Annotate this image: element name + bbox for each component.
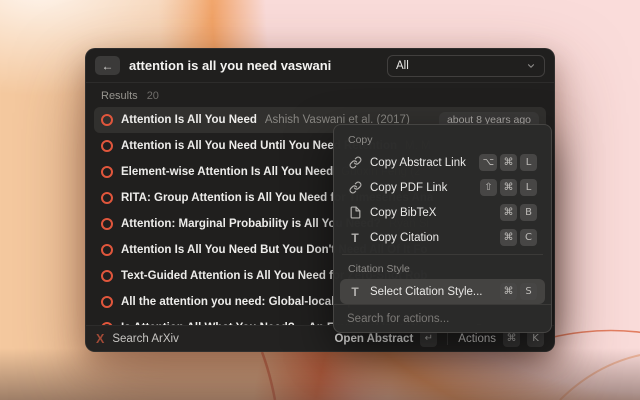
extension-name: Search ArXiv [112, 333, 178, 345]
divider [447, 332, 448, 345]
results-section-header: Results 20 [86, 83, 554, 103]
menu-item-label: Copy Abstract Link [370, 157, 466, 169]
result-title: Attention Is All You Need [121, 114, 257, 126]
paper-ring-icon [101, 166, 113, 178]
menu-item-label: Copy PDF Link [370, 182, 447, 194]
text-icon: T [348, 231, 362, 245]
shift-key-icon: ⇧ [480, 179, 497, 196]
back-button[interactable]: ← [95, 56, 120, 75]
cmd-key-icon: ⌘ [500, 179, 517, 196]
actions-search-row [334, 304, 551, 332]
chevron-down-icon [526, 61, 536, 71]
paper-ring-icon [101, 296, 113, 308]
results-label: Results [101, 90, 138, 102]
shortcut-keys: ⇧ ⌘ L [480, 179, 537, 196]
paper-ring-icon [101, 192, 113, 204]
actions-search-input[interactable] [347, 313, 538, 325]
menu-section-citation-style: Citation Style [340, 259, 545, 279]
menu-item-copy-abstract-link[interactable]: Copy Abstract Link ⌥ ⌘ L [340, 150, 545, 175]
paper-ring-icon [101, 140, 113, 152]
menu-item-label: Select Citation Style... [370, 286, 483, 298]
open-abstract-button[interactable]: Open Abstract [334, 333, 413, 345]
link-icon [348, 156, 362, 169]
l-key-icon: L [520, 179, 537, 196]
cmd-key-icon: ⌘ [500, 204, 517, 221]
filter-value: All [396, 60, 409, 72]
search-query-input[interactable]: attention is all you need vaswani [129, 58, 331, 73]
link-icon [348, 181, 362, 194]
results-count: 20 [147, 90, 159, 102]
option-key-icon: ⌥ [479, 154, 497, 171]
s-key-icon: S [520, 283, 537, 300]
result-title: Element-wise Attention Is All You Need [121, 166, 333, 178]
menu-divider [342, 254, 543, 255]
menu-item-copy-bibtex[interactable]: Copy BibTeX ⌘ B [340, 200, 545, 225]
paper-ring-icon [101, 114, 113, 126]
l-key-icon: L [520, 154, 537, 171]
menu-item-label: Copy BibTeX [370, 207, 436, 219]
menu-item-label: Copy Citation [370, 232, 439, 244]
cmd-key-icon: ⌘ [500, 283, 517, 300]
paper-ring-icon [101, 270, 113, 282]
shortcut-keys: ⌘ C [500, 229, 537, 246]
filter-dropdown[interactable]: All [387, 55, 545, 77]
wallpaper-vignette [0, 348, 640, 400]
actions-context-menu: Copy Copy Abstract Link ⌥ ⌘ L Copy PDF L… [333, 124, 552, 333]
actions-button[interactable]: Actions [458, 333, 496, 345]
shortcut-keys: ⌘ S [500, 283, 537, 300]
menu-item-copy-citation[interactable]: T Copy Citation ⌘ C [340, 225, 545, 250]
search-header: ← attention is all you need vaswani All [86, 49, 554, 83]
arxiv-logo-icon: X [96, 332, 104, 346]
shortcut-keys: ⌥ ⌘ L [479, 154, 537, 171]
paper-ring-icon [101, 218, 113, 230]
file-icon [348, 206, 362, 219]
b-key-icon: B [520, 204, 537, 221]
back-arrow-icon: ← [102, 59, 114, 73]
menu-item-copy-pdf-link[interactable]: Copy PDF Link ⇧ ⌘ L [340, 175, 545, 200]
menu-section-copy: Copy [340, 130, 545, 150]
c-key-icon: C [520, 229, 537, 246]
cmd-key-icon: ⌘ [500, 154, 517, 171]
shortcut-keys: ⌘ B [500, 204, 537, 221]
text-icon: T [348, 285, 362, 299]
cmd-key-icon: ⌘ [500, 229, 517, 246]
paper-ring-icon [101, 244, 113, 256]
desktop: ← attention is all you need vaswani All … [0, 0, 640, 400]
menu-item-select-citation-style[interactable]: T Select Citation Style... ⌘ S [340, 279, 545, 304]
